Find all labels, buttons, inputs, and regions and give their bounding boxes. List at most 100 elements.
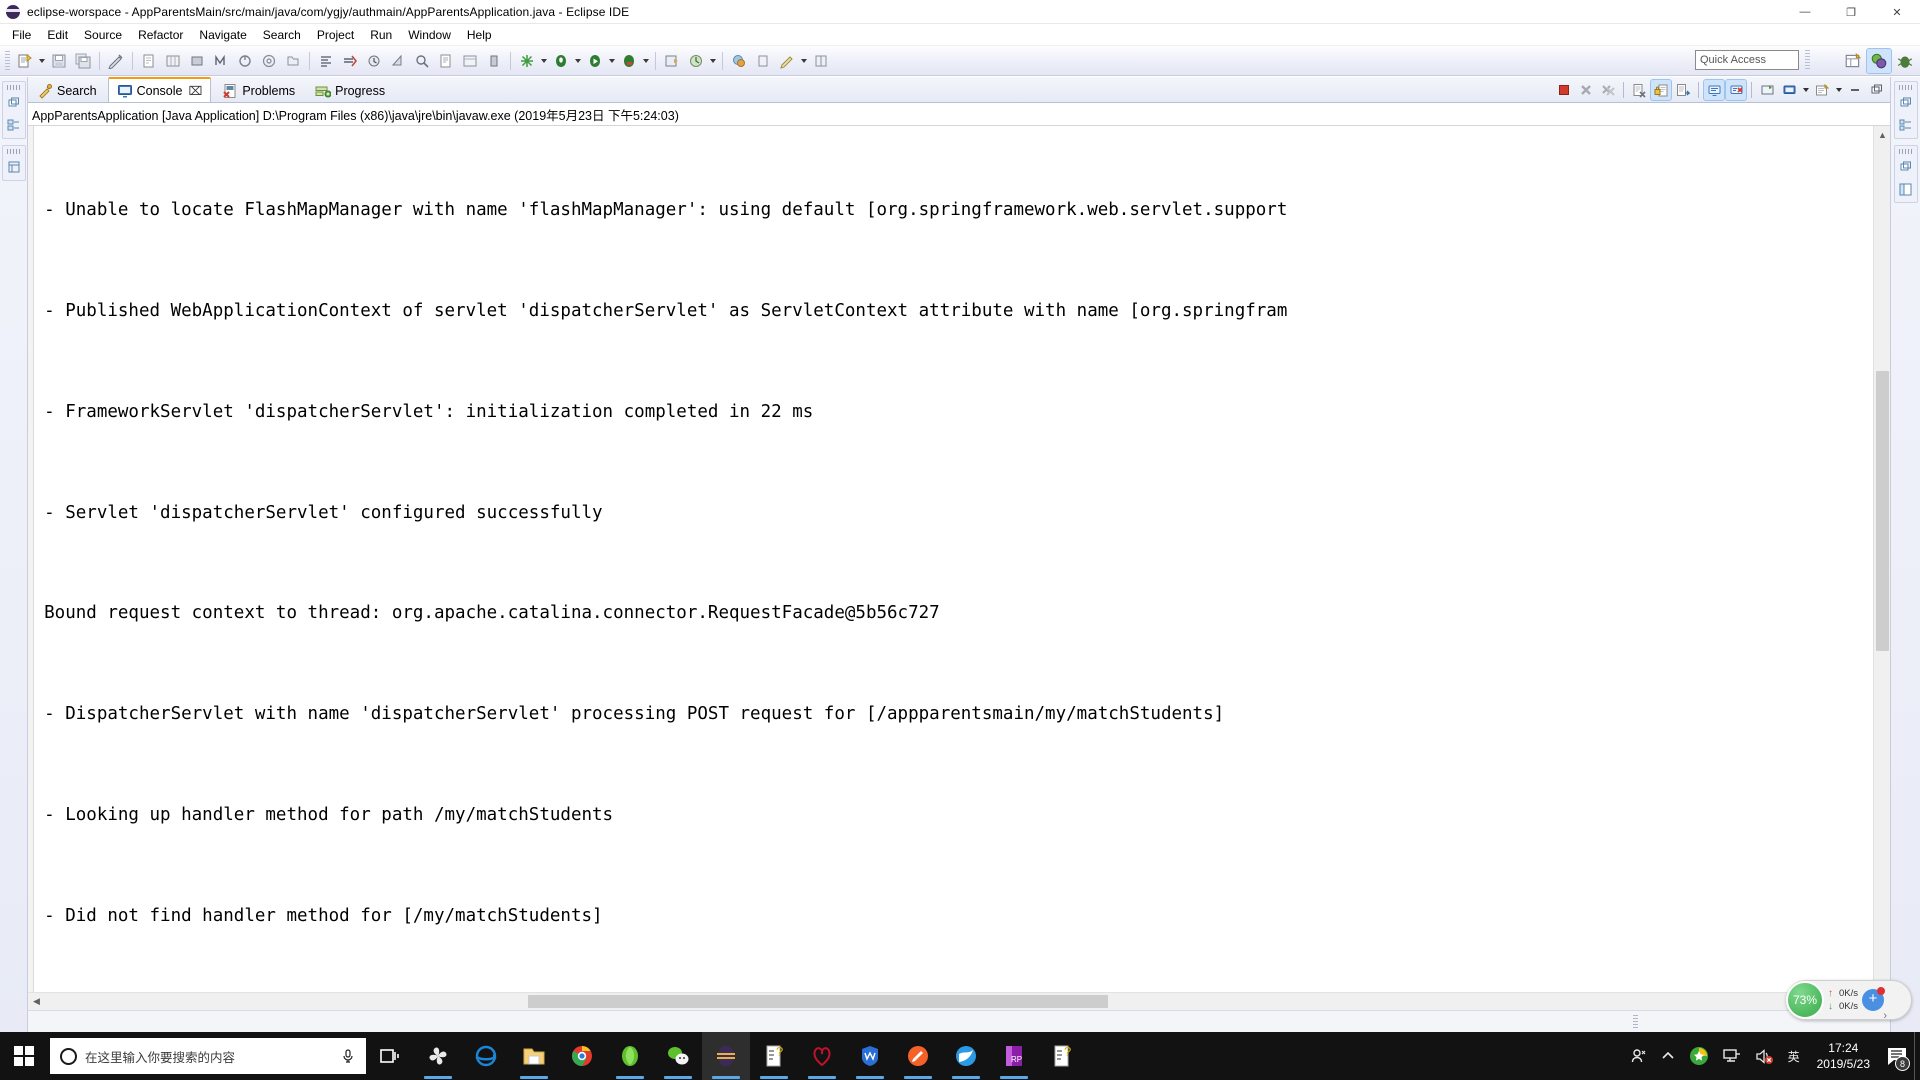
axure-rp-icon[interactable]: RP	[990, 1032, 1038, 1080]
profile-icon[interactable]	[685, 50, 707, 72]
show-desktop-button[interactable]	[1914, 1032, 1920, 1080]
minimize-button[interactable]: —	[1782, 0, 1828, 24]
external-edit-dropdown-arrow[interactable]	[799, 50, 809, 72]
run-last-tool-dropdown-arrow[interactable]	[539, 50, 549, 72]
external-edit-icon[interactable]	[776, 50, 798, 72]
postman-icon[interactable]	[894, 1032, 942, 1080]
close-button[interactable]: ✕	[1874, 0, 1920, 24]
restore-view-icon[interactable]	[4, 93, 24, 113]
show-hidden-icons-chevron[interactable]	[1654, 1032, 1682, 1080]
wps-writer-icon[interactable]	[846, 1032, 894, 1080]
open-console-icon[interactable]	[1812, 80, 1832, 100]
console-vertical-scrollbar[interactable]: ▲ ▼	[1873, 126, 1890, 992]
task-view-icon[interactable]	[366, 1032, 414, 1080]
internet-explorer-icon[interactable]	[462, 1032, 510, 1080]
open-console-dropdown-arrow[interactable]	[1833, 80, 1844, 100]
show-console-on-error-icon[interactable]	[1725, 79, 1747, 101]
new-class-icon[interactable]	[186, 50, 208, 72]
display-selected-console-dropdown-arrow[interactable]	[1800, 80, 1811, 100]
tab-search[interactable]: Search	[28, 78, 106, 102]
people-icon[interactable]	[1623, 1032, 1654, 1080]
run-last-tool-icon[interactable]	[516, 50, 538, 72]
volume-muted-icon[interactable]	[1748, 1032, 1781, 1080]
boost-button[interactable]: +	[1862, 987, 1886, 1011]
run-icon[interactable]	[584, 50, 606, 72]
file-explorer-icon[interactable]	[510, 1032, 558, 1080]
cpu-usage-badge[interactable]: 73%	[1786, 981, 1824, 1019]
rail-grip[interactable]	[6, 85, 21, 90]
search-icon[interactable]	[435, 50, 457, 72]
quick-access-grip[interactable]	[1805, 50, 1810, 70]
coverage-dropdown-arrow[interactable]	[641, 50, 651, 72]
toolbar-grip[interactable]	[5, 50, 10, 71]
minimize-view-icon[interactable]	[1845, 80, 1865, 100]
remove-launch-icon[interactable]	[1576, 80, 1596, 100]
clear-console-icon[interactable]	[1629, 80, 1649, 100]
new-editor-icon[interactable]	[752, 50, 774, 72]
unknown-doc2-icon[interactable]: ?	[1038, 1032, 1086, 1080]
skip-all-breakpoints-icon[interactable]	[339, 50, 361, 72]
network-speed-widget[interactable]: 73% ↑ 0K/s ↓ 0K/s + ›	[1786, 980, 1912, 1022]
outline-view-icon[interactable]	[4, 157, 24, 177]
status-grip[interactable]	[1633, 1014, 1638, 1029]
scroll-lock-icon[interactable]	[1650, 79, 1672, 101]
menu-item-edit[interactable]: Edit	[39, 26, 76, 44]
menu-item-run[interactable]: Run	[362, 26, 400, 44]
rail-grip[interactable]	[1898, 85, 1913, 90]
back-icon[interactable]	[387, 50, 409, 72]
notification-center-icon[interactable]: 8	[1880, 1032, 1914, 1080]
open-perspective-icon[interactable]	[1841, 49, 1865, 73]
tab-problems[interactable]: Problems	[213, 78, 304, 102]
maximize-view-icon[interactable]	[1867, 80, 1887, 100]
rail-grip[interactable]	[6, 149, 21, 154]
console-horizontal-scrollbar[interactable]: ◀	[28, 992, 1890, 1010]
unknown-doc-icon[interactable]: ?	[750, 1032, 798, 1080]
run-dropdown-arrow[interactable]	[607, 50, 617, 72]
360-security-icon[interactable]	[1682, 1032, 1716, 1080]
external-tools-icon[interactable]	[483, 50, 505, 72]
debug-icon[interactable]	[550, 50, 572, 72]
pin-console-icon[interactable]	[1757, 80, 1777, 100]
open-type-icon[interactable]	[411, 50, 433, 72]
windows-start-icon[interactable]	[0, 1032, 48, 1080]
debug-dropdown-arrow[interactable]	[573, 50, 583, 72]
xshell-icon[interactable]	[942, 1032, 990, 1080]
new-package-icon[interactable]	[162, 50, 184, 72]
word-wrap-icon[interactable]	[1673, 80, 1693, 100]
toggle-mark-occurrences-icon[interactable]	[315, 50, 337, 72]
pin-editor-icon[interactable]	[728, 50, 750, 72]
perspective-debug-icon[interactable]	[1893, 49, 1917, 73]
expand-widget-icon[interactable]: ›	[1883, 1010, 1887, 1022]
rail-grip[interactable]	[1898, 149, 1913, 154]
last-edit-location-icon[interactable]	[363, 50, 385, 72]
package-explorer-icon[interactable]	[4, 115, 24, 135]
menu-item-source[interactable]: Source	[76, 26, 130, 44]
tab-progress[interactable]: Progress	[306, 78, 394, 102]
new-source-folder-icon[interactable]	[282, 50, 304, 72]
maximize-button[interactable]: ❐	[1828, 0, 1874, 24]
outline-panel-icon[interactable]	[1896, 179, 1916, 199]
new-annotation-icon[interactable]	[258, 50, 280, 72]
build-icon[interactable]	[459, 50, 481, 72]
toggle-split-icon[interactable]	[810, 50, 832, 72]
profile-dropdown-arrow[interactable]	[708, 50, 718, 72]
scroll-thumb-horizontal[interactable]	[528, 995, 1108, 1008]
menu-item-help[interactable]: Help	[459, 26, 500, 44]
360-browser-icon[interactable]	[606, 1032, 654, 1080]
task-list-icon[interactable]	[1896, 115, 1916, 135]
close-icon[interactable]: ⌧	[188, 85, 202, 97]
quick-fix-icon[interactable]	[105, 50, 127, 72]
wechat-icon[interactable]	[654, 1032, 702, 1080]
navicat-icon[interactable]	[798, 1032, 846, 1080]
menu-item-file[interactable]: File	[4, 26, 39, 44]
new-interface-icon[interactable]	[210, 50, 232, 72]
eclipse-icon[interactable]	[702, 1032, 750, 1080]
quick-access-input[interactable]: Quick Access	[1695, 50, 1799, 70]
scroll-left-arrow[interactable]: ◀	[28, 993, 45, 1010]
restore-view-icon[interactable]	[1896, 93, 1916, 113]
perspective-java-ee-icon[interactable]	[1866, 48, 1892, 74]
spring-boot-icon[interactable]	[661, 50, 683, 72]
new-wizard-icon[interactable]	[14, 50, 36, 72]
scroll-up-arrow[interactable]: ▲	[1874, 126, 1891, 143]
taskbar-clock[interactable]: 17:24 2019/5/23	[1807, 1032, 1880, 1080]
